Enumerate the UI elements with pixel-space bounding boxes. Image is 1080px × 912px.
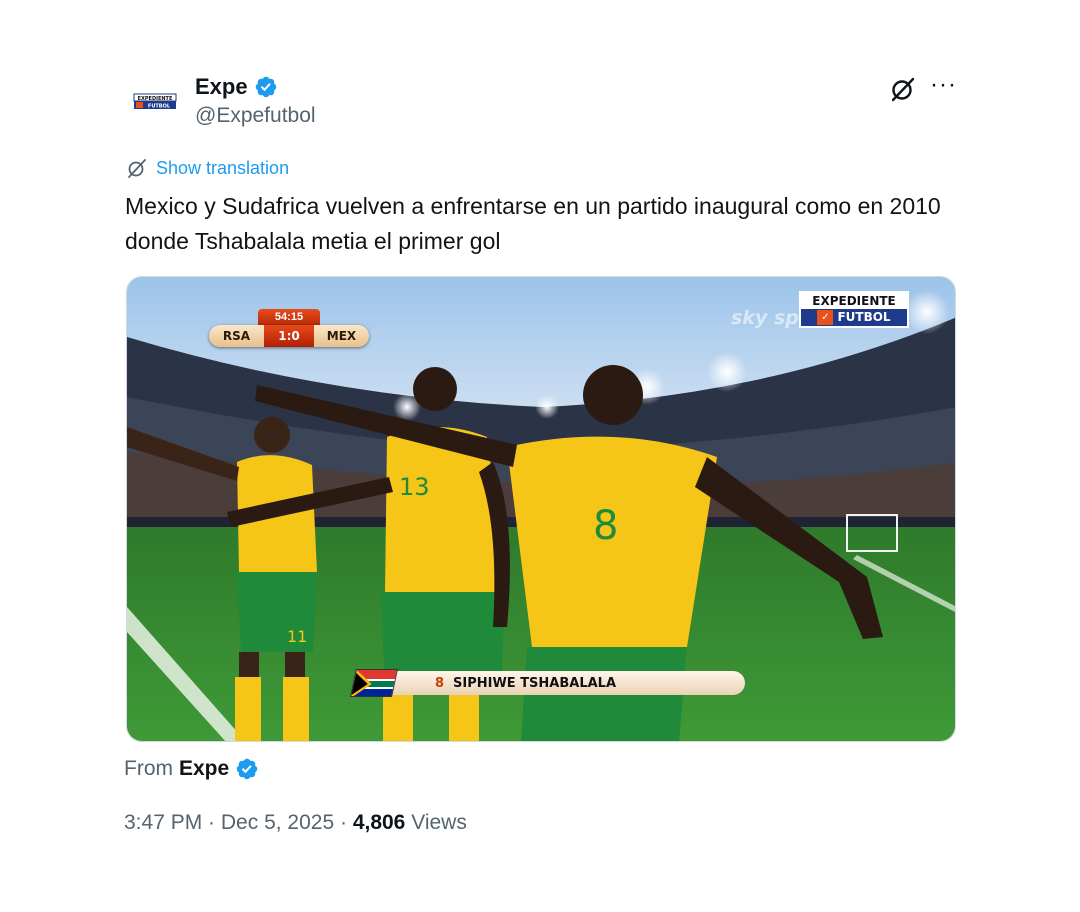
tweet-media-video[interactable]: 11 13 8 54:15 RSA 1:0 MEX sky sp EXPEDIE… — [126, 276, 956, 742]
broadcaster-watermark: sky sp — [731, 307, 799, 329]
source-attribution: From Expe — [124, 757, 259, 781]
avatar-logo: EXPEDIENTE FUTBOL — [133, 93, 177, 110]
svg-text:FUTBOL: FUTBOL — [148, 104, 171, 110]
tweet-date[interactable]: Dec 5, 2025 — [221, 811, 334, 834]
player-name-banner: 8 SIPHIWE TSHABALALA — [345, 667, 745, 699]
author-name-text: Expe — [195, 74, 248, 99]
more-icon: ··· — [930, 71, 957, 98]
grok-icon — [891, 77, 915, 102]
south-africa-flag-icon — [350, 669, 398, 697]
channel-logo-bottom: FUTBOL — [837, 310, 891, 324]
author-handle[interactable]: @Expefutbol — [195, 104, 316, 128]
channel-logo: EXPEDIENTE ✓ FUTBOL — [799, 291, 909, 328]
source-prefix: From — [124, 757, 173, 780]
match-score: 1:0 — [264, 325, 314, 347]
svg-text:8: 8 — [593, 503, 618, 549]
svg-text:11: 11 — [287, 627, 307, 646]
channel-logo-top: EXPEDIENTE — [801, 293, 907, 309]
tweet-time[interactable]: 3:47 PM — [124, 811, 202, 834]
player-number: 8 — [435, 676, 445, 691]
grok-button[interactable] — [888, 74, 918, 104]
verified-badge-icon — [255, 76, 276, 98]
show-translation-link[interactable]: Show translation — [126, 157, 289, 179]
bird-icon: ✓ — [817, 310, 834, 325]
away-team: MEX — [326, 329, 357, 343]
svg-text:13: 13 — [399, 473, 430, 501]
translate-icon — [128, 159, 146, 178]
tweet-text: Mexico y Sudafrica vuelven a enfrentarse… — [125, 193, 941, 254]
more-options-button[interactable]: ··· — [930, 71, 957, 104]
scoreboard: 54:15 RSA 1:0 MEX — [209, 309, 369, 347]
verified-badge-icon — [236, 758, 258, 780]
author-avatar[interactable]: EXPEDIENTE FUTBOL — [126, 80, 184, 124]
home-team: RSA — [222, 329, 251, 343]
author-name[interactable]: Expe — [195, 74, 278, 100]
show-translation-label: Show translation — [156, 157, 290, 178]
meta-separator: · — [202, 811, 221, 834]
meta-separator: · — [334, 811, 353, 834]
source-name[interactable]: Expe — [179, 757, 229, 781]
tweet-meta: 3:47 PM · Dec 5, 2025 · 4,806 Views — [124, 811, 467, 835]
views-count[interactable]: 4,806 — [353, 811, 406, 834]
views-label: Views — [405, 811, 467, 834]
match-time: 54:15 — [258, 309, 320, 325]
player-name: SIPHIWE TSHABALALA — [453, 676, 617, 691]
